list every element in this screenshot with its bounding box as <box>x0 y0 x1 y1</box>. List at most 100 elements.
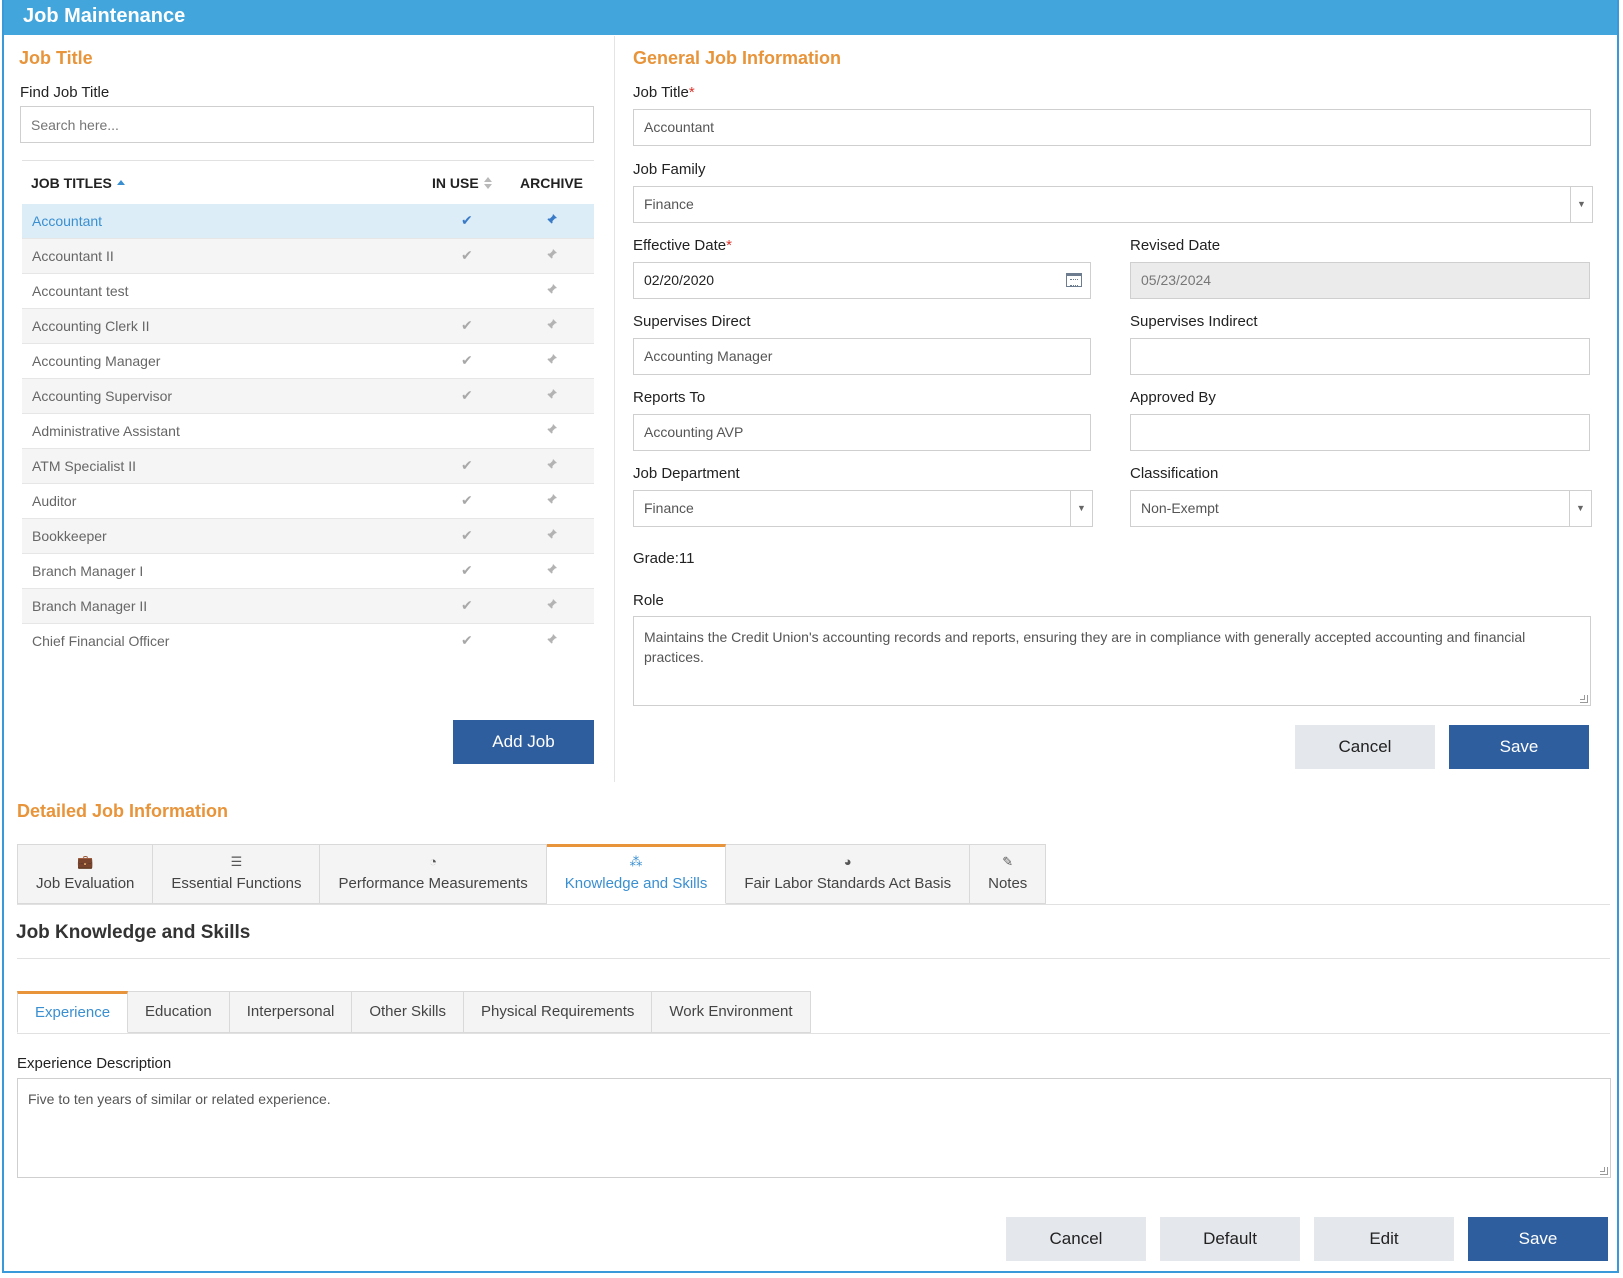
supervises-indirect-label: Supervises Indirect <box>1130 313 1258 330</box>
calendar-icon[interactable] <box>1066 273 1082 287</box>
knowledge-skills-title: Job Knowledge and Skills <box>16 922 251 943</box>
general-cancel-button[interactable]: Cancel <box>1295 725 1435 769</box>
edit-icon: ✎ <box>1002 854 1014 869</box>
archive-pin-icon[interactable] <box>546 318 558 330</box>
subtab-interpersonal[interactable]: Interpersonal <box>229 991 353 1033</box>
table-row[interactable]: Accountant II ✔ <box>22 239 594 274</box>
resize-handle-icon[interactable] <box>1580 695 1588 703</box>
section-divider <box>17 958 1610 959</box>
table-row[interactable]: ATM Specialist II ✔ <box>22 449 594 484</box>
archive-pin-icon[interactable] <box>546 633 558 645</box>
edit-button[interactable]: Edit <box>1314 1217 1454 1261</box>
table-row[interactable]: Accountant ✔ <box>22 204 594 239</box>
archive-pin-icon[interactable] <box>546 213 558 225</box>
approved-by-label: Approved By <box>1130 389 1216 406</box>
reports-to-input[interactable]: Accounting AVP <box>633 414 1091 451</box>
archive-pin-icon[interactable] <box>546 598 558 610</box>
general-save-button[interactable]: Save <box>1449 725 1589 769</box>
subtab-work-environment[interactable]: Work Environment <box>652 991 811 1033</box>
job-title-heading: Job Title <box>19 48 93 68</box>
job-family-label: Job Family <box>633 161 706 178</box>
archive-pin-icon[interactable] <box>546 528 558 540</box>
tab-label: Fair Labor Standards Act Basis <box>744 875 952 892</box>
effective-date-input[interactable]: 02/20/2020 <box>633 262 1091 299</box>
tab-label: Essential Functions <box>171 875 302 892</box>
panel-divider <box>614 36 615 782</box>
archive-pin-icon[interactable] <box>546 458 558 470</box>
default-button[interactable]: Default <box>1160 1217 1300 1261</box>
title-bar: Job Maintenance <box>4 0 1617 35</box>
job-title-name: Chief Financial Officer <box>32 633 170 649</box>
tab-essential-functions[interactable]: ☰ Essential Functions <box>153 844 321 904</box>
job-title-name: Accounting Clerk II <box>32 318 150 334</box>
window-title: Job Maintenance <box>23 5 186 27</box>
table-row[interactable]: Branch Manager I ✔ <box>22 554 594 589</box>
check-icon: ✔ <box>461 527 473 543</box>
briefcase-icon: 💼 <box>77 854 94 869</box>
detail-tabs: 💼 Job Evaluation ☰ Essential Functions ◔ Perf… <box>17 844 1047 904</box>
subtab-physical-requirements[interactable]: Physical Requirements <box>464 991 653 1033</box>
column-in-use[interactable]: IN USE <box>432 175 492 191</box>
table-row[interactable]: Accounting Manager ✔ <box>22 344 594 379</box>
subtab-other-skills[interactable]: Other Skills <box>352 991 465 1033</box>
column-job-titles[interactable]: JOB TITLES <box>31 175 125 191</box>
supervises-indirect-input[interactable] <box>1130 338 1590 375</box>
role-textarea[interactable]: Maintains the Credit Union's accounting … <box>633 616 1591 706</box>
check-icon: ✔ <box>461 632 473 648</box>
job-department-select[interactable]: Finance ▼ <box>633 490 1093 527</box>
chevron-down-icon: ▼ <box>1570 187 1592 222</box>
role-label: Role <box>633 592 664 609</box>
table-row[interactable]: Bookkeeper ✔ <box>22 519 594 554</box>
table-row[interactable]: Accounting Clerk II ✔ <box>22 309 594 344</box>
table-row[interactable]: Administrative Assistant <box>22 414 594 449</box>
tab-job-evaluation[interactable]: 💼 Job Evaluation <box>17 844 154 904</box>
add-job-button[interactable]: Add Job <box>453 720 594 764</box>
job-title-field-label: Job Title* <box>633 84 695 101</box>
list-icon: ☰ <box>230 854 243 869</box>
tab-notes[interactable]: ✎ Notes <box>970 844 1047 904</box>
job-family-select[interactable]: Finance ▼ <box>633 186 1593 223</box>
archive-pin-icon[interactable] <box>546 353 558 365</box>
tab-performance-measurements[interactable]: ◔ Performance Measurements <box>320 844 547 904</box>
tab-label: Notes <box>988 875 1028 892</box>
find-job-title-input[interactable] <box>20 106 594 143</box>
job-titles-list[interactable]: Accountant ✔ Accountant II ✔ Accountant test… <box>22 204 594 656</box>
detail-save-button[interactable]: Save <box>1468 1217 1608 1261</box>
tab-fair-labor-standards-act-basis[interactable]: ◕ Fair Labor Standards Act Basis <box>726 844 971 904</box>
detail-cancel-button[interactable]: Cancel <box>1006 1217 1146 1261</box>
archive-pin-icon[interactable] <box>546 493 558 505</box>
job-title-input[interactable]: Accountant <box>633 109 1591 146</box>
reports-to-label: Reports To <box>633 389 706 406</box>
subtab-education[interactable]: Education <box>128 991 230 1033</box>
table-row[interactable]: Auditor ✔ <box>22 484 594 519</box>
archive-pin-icon[interactable] <box>546 563 558 575</box>
archive-pin-icon[interactable] <box>546 423 558 435</box>
tab-knowledge-and-skills[interactable]: ⁂ Knowledge and Skills <box>546 844 727 904</box>
table-row[interactable]: Accounting Supervisor ✔ <box>22 379 594 414</box>
effective-date-label: Effective Date* <box>633 237 732 254</box>
table-row[interactable]: Chief Financial Officer ✔ <box>22 624 594 656</box>
table-row[interactable]: Branch Manager II ✔ <box>22 589 594 624</box>
approved-by-input[interactable] <box>1130 414 1590 451</box>
archive-pin-icon[interactable] <box>546 248 558 260</box>
job-title-name: ATM Specialist II <box>32 458 136 474</box>
check-icon: ✔ <box>461 212 473 228</box>
experience-description-textarea[interactable]: Five to ten years of similar or related … <box>17 1078 1611 1178</box>
classification-select[interactable]: Non-Exempt ▼ <box>1130 490 1592 527</box>
job-title-name: Auditor <box>32 493 77 509</box>
archive-pin-icon[interactable] <box>546 283 558 295</box>
table-row[interactable]: Accountant test <box>22 274 594 309</box>
check-icon: ✔ <box>461 597 473 613</box>
job-maintenance-window: Job Maintenance Job Title Find Job Title… <box>2 0 1619 1273</box>
grade-text: Grade:11 <box>633 550 695 567</box>
archive-pin-icon[interactable] <box>546 388 558 400</box>
supervises-direct-input[interactable]: Accounting Manager <box>633 338 1091 375</box>
check-icon: ✔ <box>461 387 473 403</box>
resize-handle-icon[interactable] <box>1600 1167 1608 1175</box>
classification-label: Classification <box>1130 465 1219 482</box>
tab-label: Job Evaluation <box>36 875 135 892</box>
pie-chart-icon: ◕ <box>843 854 852 869</box>
supervises-direct-label: Supervises Direct <box>633 313 751 330</box>
job-department-label: Job Department <box>633 465 740 482</box>
subtab-experience[interactable]: Experience <box>17 991 129 1033</box>
